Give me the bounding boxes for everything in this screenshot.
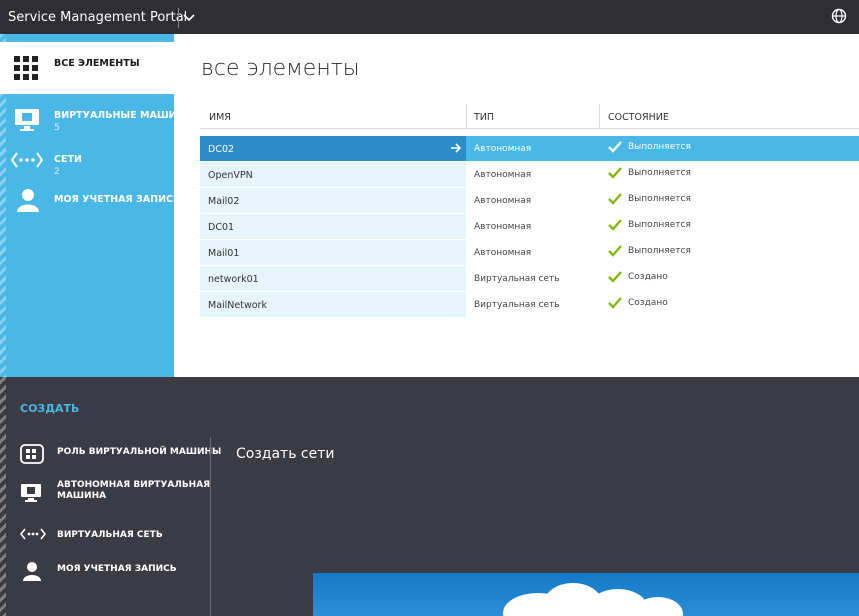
create-title: СОЗДАТЬ [20,402,80,415]
sidebar: ВСЕ ЭЛЕМЕНТЫ ВИРТУАЛЬНЫЕ МАШИНЫ 5 СЕТИ 2… [0,34,194,377]
row-type: Виртуальная сеть [474,274,560,284]
grid-icon [14,56,38,84]
check-icon [608,245,622,257]
row-name: Mail01 [208,248,240,259]
arrow-right-icon[interactable] [450,142,462,154]
column-header-type[interactable]: ТИП [474,112,494,123]
column-header-name[interactable]: ИМЯ [209,112,231,123]
drawer-divider [210,437,211,616]
row-name: OpenVPN [208,170,253,181]
create-item-label: АВТОНОМНАЯ ВИРТУАЛЬНАЯ [57,480,211,490]
row-status: Выполняется [628,194,691,204]
row-type: Автономная [474,196,532,206]
network-icon [10,150,44,174]
check-icon [608,297,622,309]
network-icon [19,527,47,544]
sky-image [313,573,859,616]
table-row[interactable]: DC02 Автономная Выполняется [200,136,859,161]
sidebar-item-label: ВСЕ ЭЛЕМЕНТЫ [54,58,140,69]
sidebar-item-account[interactable]: МОЯ УЧЕТНАЯ ЗАПИСЬ [0,178,180,230]
create-item-label-wrap: АВТОНОМНАЯ ВИРТУАЛЬНАЯ МАШИНА [57,480,210,502]
chevron-down-icon[interactable] [178,8,199,28]
vm-icon [14,108,40,136]
vm-role-icon [20,444,44,467]
table-header: ИМЯ ТИП СОСТОЯНИЕ [200,104,859,129]
row-status: Выполняется [628,168,691,178]
row-type: Автономная [474,170,532,180]
check-icon [608,271,622,283]
row-type: Автономная [474,222,532,232]
check-icon [608,167,622,179]
row-status: Создано [628,298,668,308]
check-icon [608,193,622,205]
row-status: Выполняется [628,246,691,256]
user-icon [23,561,41,584]
create-item-label: РОЛЬ ВИРТУАЛЬНОЙ МАШИНЫ [57,447,222,457]
table-row[interactable]: network01 Виртуальная сеть Создано [200,266,859,291]
row-name: DC02 [208,144,235,155]
check-icon [608,141,622,153]
create-item-label: МОЯ УЧЕТНАЯ ЗАПИСЬ [57,564,177,574]
table-row[interactable]: DC01 Автономная Выполняется [200,214,859,239]
row-name: MailNetwork [208,300,267,311]
column-header-status[interactable]: СОСТОЯНИЕ [608,112,669,123]
create-item-label: ВИРТУАЛЬНАЯ СЕТЬ [57,530,163,540]
create-networks-heading: Создать сети [236,446,335,462]
create-drawer: СОЗДАТЬ РОЛЬ ВИРТУАЛЬНОЙ МАШИНЫ АВТОНОМН… [0,377,859,616]
top-bar: Service Management Portal [0,0,859,34]
table-row[interactable]: Mail01 Автономная Выполняется [200,240,859,265]
create-item-label-line2: МАШИНА [57,491,107,501]
table-row[interactable]: Mail02 Автономная Выполняется [200,188,859,213]
row-type: Виртуальная сеть [474,300,560,310]
vm-icon [20,483,42,506]
sidebar-item-count: 2 [54,167,60,177]
row-name: network01 [208,274,259,285]
row-type: Автономная [474,144,532,154]
page-title: все элементы [201,56,360,81]
main-panel: все элементы ИМЯ ТИП СОСТОЯНИЕ DC02 Авто… [174,34,859,377]
sidebar-item-count: 5 [54,123,60,133]
portal-brand[interactable]: Service Management Portal [0,0,187,34]
user-icon [17,188,39,216]
row-status: Создано [628,272,668,282]
sidebar-item-label: МОЯ УЧЕТНАЯ ЗАПИСЬ [54,194,181,205]
sidebar-item-label: СЕТИ [54,154,82,165]
globe-icon[interactable] [831,8,847,28]
table-row[interactable]: MailNetwork Виртуальная сеть Создано [200,292,859,317]
check-icon [608,219,622,231]
sidebar-item-all[interactable]: ВСЕ ЭЛЕМЕНТЫ [0,42,174,94]
column-divider [599,104,600,128]
row-status: Выполняется [628,142,691,152]
row-name: DC01 [208,222,235,233]
column-divider [466,104,467,128]
row-status: Выполняется [628,220,691,230]
row-name: Mail02 [208,196,240,207]
portal-title: Service Management Portal [8,9,188,25]
row-type: Автономная [474,248,532,258]
table-row[interactable]: OpenVPN Автономная Выполняется [200,162,859,187]
